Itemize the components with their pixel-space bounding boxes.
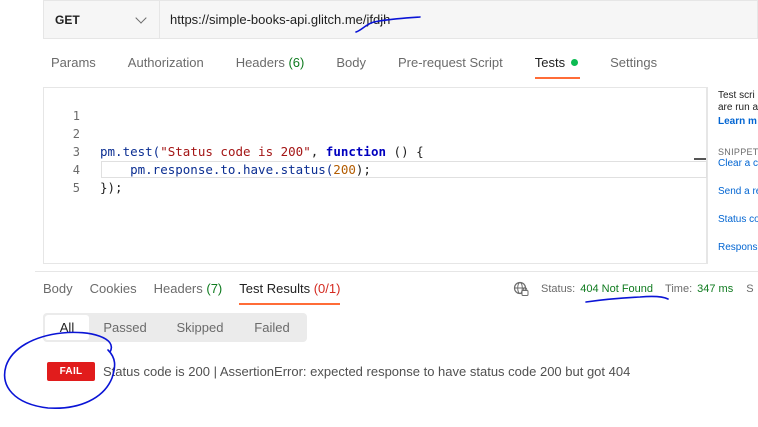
test-script-editor[interactable]: 1 2 pm.test("Status code is 200", functi…: [43, 87, 707, 264]
response-status: Status: 404 Not Found Time: 347 ms S: [513, 281, 754, 297]
filter-passed[interactable]: Passed: [89, 315, 161, 340]
snippet-link[interactable]: Send a re: [718, 186, 758, 198]
method-label: GET: [55, 12, 80, 27]
globe-network-icon[interactable]: [513, 281, 529, 297]
snippets-panel: Test scri are run a Learn m SNIPPET Clea…: [707, 87, 758, 264]
test-result-text: Status code is 200 | AssertionError: exp…: [103, 364, 631, 379]
status-underline-mark: [585, 295, 669, 303]
clear-snippet-link[interactable]: Clear a c: [718, 158, 758, 170]
snippet-link[interactable]: Respons: [718, 242, 758, 254]
size-label: S: [746, 283, 754, 295]
tab-count: (7): [206, 281, 223, 296]
tab-label: Tests: [534, 55, 566, 70]
pane-divider[interactable]: [35, 271, 758, 272]
url-input[interactable]: https://simple-books-api.glitch.me/jfdjh: [159, 0, 758, 39]
tab-settings[interactable]: Settings: [610, 55, 657, 77]
scroll-marker: [694, 158, 706, 160]
code-line: 4 });: [44, 143, 706, 195]
tab-pre-request-script[interactable]: Pre-request Script: [398, 55, 503, 77]
filter-all[interactable]: All: [45, 315, 89, 340]
test-result-filter: All Passed Skipped Failed: [43, 313, 307, 342]
filter-skipped[interactable]: Skipped: [161, 315, 239, 340]
tab-label: Params: [51, 55, 96, 70]
tab-label: Authorization: [127, 55, 204, 70]
tab-test-results[interactable]: Test Results (0/1): [239, 281, 341, 305]
tab-count: (6): [288, 55, 305, 70]
snippets-heading: SNIPPET: [718, 147, 758, 157]
tab-label: Body: [336, 55, 366, 70]
tab-params[interactable]: Params: [51, 55, 96, 77]
filter-failed[interactable]: Failed: [239, 315, 305, 340]
learn-more-link[interactable]: Learn m: [718, 116, 758, 128]
line-number: 5: [72, 181, 80, 195]
tab-cookies[interactable]: Cookies: [90, 281, 137, 303]
request-tabs: Params Authorization Headers (6) Body Pr…: [51, 55, 689, 79]
tab-response-body[interactable]: Body: [43, 281, 73, 303]
status-value[interactable]: 404 Not Found: [580, 283, 653, 295]
method-select[interactable]: GET: [43, 0, 159, 39]
active-line-highlight: [101, 161, 707, 178]
tab-count: (0/1): [313, 281, 341, 296]
fail-badge: FAIL: [47, 362, 95, 381]
url-bar: GET https://simple-books-api.glitch.me/j…: [43, 0, 758, 39]
tab-label: Settings: [610, 55, 658, 70]
tab-response-headers[interactable]: Headers (7): [154, 281, 223, 303]
panel-text: are run a: [718, 102, 758, 113]
tab-label: Headers: [153, 281, 203, 296]
snippet-link[interactable]: Status co: [718, 214, 758, 226]
tab-headers[interactable]: Headers (6): [236, 55, 305, 77]
tab-label: Test Results: [239, 281, 311, 296]
code-line: 3 pm.response.to.have.status(200);: [44, 125, 706, 177]
tab-body[interactable]: Body: [336, 55, 366, 77]
code-line: 2 pm.test("Status code is 200", function…: [44, 107, 706, 159]
time-value[interactable]: 347 ms: [697, 283, 733, 295]
tab-authorization[interactable]: Authorization: [128, 55, 204, 77]
tab-tests[interactable]: Tests: [534, 55, 581, 79]
tab-label: Cookies: [89, 281, 137, 296]
code-line: 1: [44, 89, 706, 123]
tab-label: Body: [43, 281, 73, 296]
status-label: Status:: [541, 283, 576, 295]
tab-label: Pre-request Script: [397, 55, 503, 70]
tab-label: Headers: [235, 55, 285, 70]
code-token: });: [100, 180, 123, 195]
panel-text: Test scri: [718, 90, 755, 101]
code-text: });: [100, 179, 123, 197]
time-label: Time:: [665, 283, 693, 295]
response-tabs: Body Cookies Headers (7) Test Results (0…: [43, 281, 357, 305]
chevron-down-icon: [135, 11, 147, 24]
active-dot-icon: [571, 59, 579, 67]
